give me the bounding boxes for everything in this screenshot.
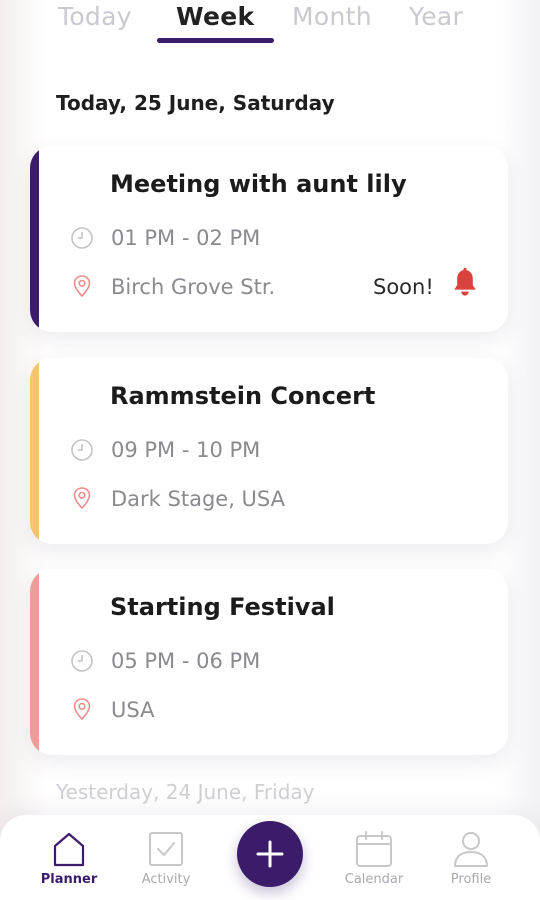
nav-profile[interactable]: Profile bbox=[426, 815, 516, 900]
event-status: Soon! bbox=[373, 275, 434, 299]
nav-label: Planner bbox=[40, 872, 98, 887]
section-title-today: Today, 25 June, Saturday bbox=[56, 91, 335, 115]
plus-icon bbox=[256, 840, 284, 868]
event-card[interactable]: Rammstein Concert 09 PM - 10 PM Dark Sta… bbox=[30, 358, 508, 544]
calendar-icon bbox=[356, 831, 392, 867]
event-location: USA bbox=[111, 698, 155, 722]
event-location: Dark Stage, USA bbox=[111, 487, 285, 511]
event-location: Birch Grove Str. bbox=[111, 275, 276, 299]
nav-label: Calendar bbox=[344, 872, 404, 887]
clock-icon bbox=[71, 650, 93, 672]
bell-icon[interactable] bbox=[450, 267, 480, 299]
nav-activity[interactable]: Activity bbox=[121, 815, 211, 900]
tab-week[interactable]: Week bbox=[176, 2, 254, 31]
event-title: Starting Festival bbox=[110, 593, 335, 621]
active-tab-indicator bbox=[157, 38, 274, 43]
location-pin-icon bbox=[73, 698, 91, 721]
section-title-yesterday: Yesterday, 24 June, Friday bbox=[56, 780, 315, 804]
tab-month[interactable]: Month bbox=[292, 2, 372, 31]
event-title: Meeting with aunt lily bbox=[110, 170, 407, 198]
bottom-navigation: Planner Activity Calendar Profile bbox=[0, 815, 540, 900]
user-icon bbox=[454, 832, 488, 867]
event-time: 09 PM - 10 PM bbox=[111, 438, 261, 462]
event-card[interactable]: Starting Festival 05 PM - 06 PM USA bbox=[30, 569, 508, 755]
period-tabs: Today Week Month Year bbox=[0, 0, 540, 46]
event-title: Rammstein Concert bbox=[110, 382, 376, 410]
planner-screen: Today Week Month Year Today, 25 June, Sa… bbox=[0, 0, 540, 900]
checkbox-icon bbox=[149, 832, 183, 866]
location-pin-icon bbox=[73, 487, 91, 510]
event-time: 05 PM - 06 PM bbox=[111, 649, 261, 673]
event-card[interactable]: Meeting with aunt lily 01 PM - 02 PM Bir… bbox=[30, 146, 508, 332]
home-icon bbox=[53, 832, 85, 867]
nav-planner[interactable]: Planner bbox=[24, 815, 114, 900]
nav-label: Activity bbox=[141, 872, 191, 887]
nav-calendar[interactable]: Calendar bbox=[329, 815, 419, 900]
tab-year[interactable]: Year bbox=[409, 2, 463, 31]
clock-icon bbox=[71, 227, 93, 249]
add-event-button[interactable] bbox=[237, 821, 303, 887]
event-accent-bar bbox=[30, 146, 39, 332]
nav-label: Profile bbox=[450, 872, 492, 887]
clock-icon bbox=[71, 439, 93, 461]
event-accent-bar bbox=[30, 569, 39, 755]
tab-today[interactable]: Today bbox=[58, 2, 132, 31]
event-time: 01 PM - 02 PM bbox=[111, 226, 261, 250]
event-accent-bar bbox=[30, 358, 39, 544]
location-pin-icon bbox=[73, 275, 91, 298]
